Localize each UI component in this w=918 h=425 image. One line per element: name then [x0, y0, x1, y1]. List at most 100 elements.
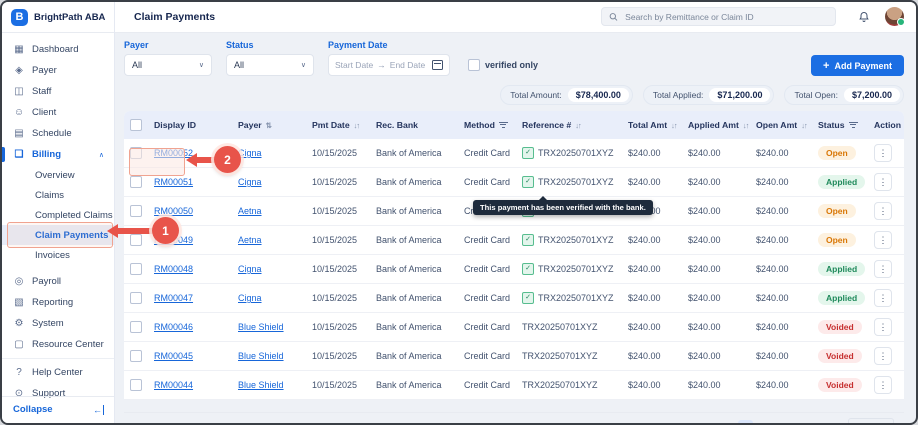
sidebar-item-claims[interactable]: Claims — [2, 185, 114, 205]
row-checkbox[interactable] — [130, 147, 142, 159]
sort-icon[interactable]: ↓↑ — [354, 121, 360, 130]
sidebar-item-system[interactable]: ⚙System — [2, 313, 114, 334]
row-actions-menu[interactable]: ⋮ — [874, 202, 892, 220]
sidebar-item-reporting[interactable]: ▧Reporting — [2, 292, 114, 313]
chevron-down-icon: ∨ — [199, 61, 204, 69]
sidebar-item-staff[interactable]: ◫Staff — [2, 81, 114, 102]
chevron-down-icon: ∨ — [301, 61, 306, 69]
search-input[interactable] — [623, 11, 828, 23]
display-id-link[interactable]: RM00050 — [154, 206, 238, 216]
sort-icon[interactable]: ↓↑ — [671, 121, 677, 130]
start-date-placeholder: Start Date — [335, 60, 373, 70]
sidebar-item-completed-claims[interactable]: Completed Claims — [2, 205, 114, 225]
row-checkbox[interactable] — [130, 379, 142, 391]
row-actions-menu[interactable]: ⋮ — [874, 231, 892, 249]
payer-link[interactable]: Cigna — [238, 177, 312, 187]
payer-link[interactable]: Aetna — [238, 206, 312, 216]
notifications-bell-icon[interactable] — [856, 9, 872, 25]
next-page-icon[interactable]: › — [780, 422, 784, 425]
sidebar-item-label: Staff — [32, 86, 51, 97]
sidebar-item-invoices[interactable]: Invoices — [2, 245, 114, 265]
sidebar-item-resource-center[interactable]: ▢Resource Center — [2, 334, 114, 355]
table-header-row: Display IDPayer⇅Pmt Date↓↑Rec. BankMetho… — [124, 111, 904, 139]
page-button-2[interactable]: 2 — [757, 420, 772, 425]
sidebar-item-dashboard[interactable]: ▦Dashboard — [2, 39, 114, 60]
user-avatar[interactable] — [885, 7, 904, 26]
row-actions-menu[interactable]: ⋮ — [874, 318, 892, 336]
row-actions-menu[interactable]: ⋮ — [874, 347, 892, 365]
payer-filter-select[interactable]: All ∨ — [124, 54, 212, 76]
row-actions-menu[interactable]: ⋮ — [874, 144, 892, 162]
display-id-link[interactable]: RM00048 — [154, 264, 238, 274]
row-actions-menu[interactable]: ⋮ — [874, 173, 892, 191]
rec-bank: Bank of America — [376, 148, 464, 158]
payment-date-range-input[interactable]: Start Date → End Date — [328, 54, 450, 76]
total-amt: $240.00 — [628, 380, 688, 390]
status-badge: Open — [818, 233, 856, 247]
verified-icon: ✓ — [522, 292, 534, 304]
verified-only-checkbox[interactable] — [468, 59, 480, 71]
open-amt: $240.00 — [756, 380, 818, 390]
total-label: Total Amount: — [510, 90, 562, 100]
payer-link[interactable]: Cigna — [238, 148, 312, 158]
applied-amt: $240.00 — [688, 380, 756, 390]
row-checkbox[interactable] — [130, 234, 142, 246]
filter-icon[interactable] — [499, 122, 508, 129]
sort-icon[interactable]: ⇅ — [266, 121, 271, 130]
payer-link[interactable]: Aetna — [238, 235, 312, 245]
applied-amt: $240.00 — [688, 293, 756, 303]
open-amt: $240.00 — [756, 206, 818, 216]
display-id-link[interactable]: RM00044 — [154, 380, 238, 390]
sidebar-item-client[interactable]: ☺Client — [2, 102, 114, 123]
sidebar-collapse[interactable]: Collapse ← — [2, 396, 114, 415]
column-label: Payer — [238, 120, 262, 130]
display-id-link[interactable]: RM00045 — [154, 351, 238, 361]
sidebar-item-billing[interactable]: ❏Billing∧ — [2, 144, 114, 165]
display-id-link[interactable]: RM00047 — [154, 293, 238, 303]
payer-link[interactable]: Blue Shield — [238, 351, 312, 361]
row-actions-menu[interactable]: ⋮ — [874, 376, 892, 394]
reference-cell: ✓TRX20250701XYZ — [522, 234, 628, 246]
reporting-icon: ▧ — [13, 298, 25, 308]
column-header-checkbox — [130, 119, 154, 131]
totals-bar: Total Amount:$78,400.00Total Applied:$71… — [124, 85, 904, 105]
status-badge: Open — [818, 146, 856, 160]
display-id-link[interactable]: RM00046 — [154, 322, 238, 332]
filter-icon[interactable] — [849, 122, 858, 129]
row-checkbox[interactable] — [130, 321, 142, 333]
select-all-checkbox[interactable] — [130, 119, 142, 131]
arrow-right-icon: → — [377, 60, 386, 70]
sidebar-item-overview[interactable]: Overview — [2, 165, 114, 185]
goto-page-select[interactable]: 00 ∨ — [848, 418, 894, 425]
payer-link[interactable]: Cigna — [238, 293, 312, 303]
row-checkbox[interactable] — [130, 292, 142, 304]
method: Credit Card — [464, 322, 522, 332]
column-header-payer: Payer ⇅ — [238, 120, 312, 130]
add-payment-button[interactable]: + Add Payment — [811, 55, 904, 76]
global-search[interactable] — [601, 7, 836, 26]
payer-link[interactable]: Cigna — [238, 264, 312, 274]
sidebar-item-payer[interactable]: ◈Payer — [2, 60, 114, 81]
row-actions-menu[interactable]: ⋮ — [874, 260, 892, 278]
sort-icon[interactable]: ↓↑ — [575, 121, 581, 130]
row-checkbox[interactable] — [130, 350, 142, 362]
status-badge: Voided — [818, 378, 862, 392]
sidebar-item-label: Billing — [32, 149, 61, 160]
payer-link[interactable]: Blue Shield — [238, 380, 312, 390]
row-checkbox[interactable] — [130, 263, 142, 275]
sidebar-item-help-center[interactable]: ?Help Center — [2, 362, 114, 383]
row-checkbox[interactable] — [130, 176, 142, 188]
sort-icon[interactable]: ↓↑ — [743, 121, 749, 130]
payer-link[interactable]: Blue Shield — [238, 322, 312, 332]
display-id-link[interactable]: RM00051 — [154, 177, 238, 187]
row-actions-menu[interactable]: ⋮ — [874, 289, 892, 307]
sidebar-item-claim-payments[interactable]: Claim Payments — [2, 225, 114, 245]
prev-page-icon[interactable]: ‹ — [727, 422, 731, 425]
row-checkbox[interactable] — [130, 205, 142, 217]
sidebar-item-schedule[interactable]: ▤Schedule — [2, 123, 114, 144]
payer-filter-label: Payer — [124, 40, 212, 50]
sort-icon[interactable]: ↓↑ — [801, 121, 807, 130]
page-button-1[interactable]: 1 — [738, 420, 753, 425]
sidebar-item-payroll[interactable]: ◎Payroll — [2, 271, 114, 292]
status-filter-select[interactable]: All ∨ — [226, 54, 314, 76]
